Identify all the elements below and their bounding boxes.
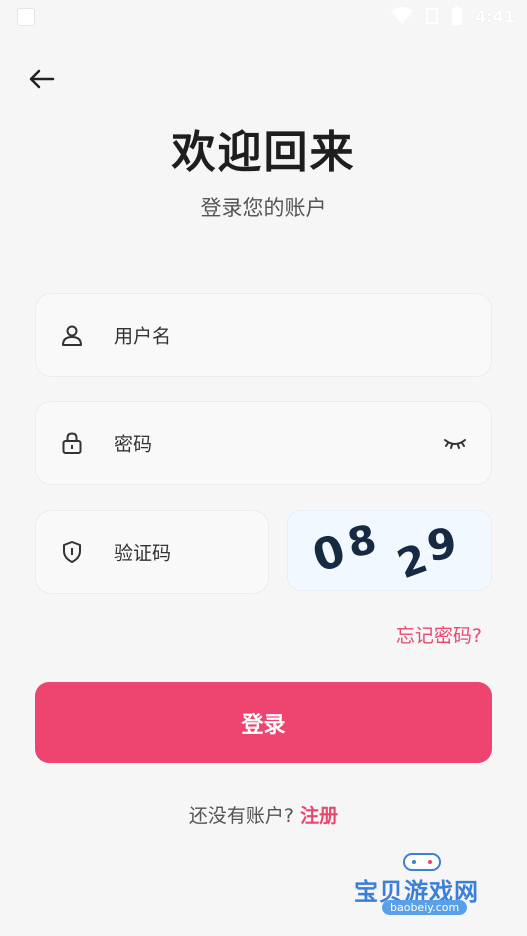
user-icon xyxy=(62,325,82,346)
captcha-char: 9 xyxy=(424,518,460,571)
username-field[interactable]: 用户名 xyxy=(35,293,492,377)
register-link[interactable]: 注册 xyxy=(300,805,338,827)
notification-icon xyxy=(18,9,34,25)
no-account-text: 还没有账户? xyxy=(188,805,295,827)
register-prompt: 还没有账户? 注册 xyxy=(0,801,527,828)
password-field[interactable]: 密码 xyxy=(35,401,492,485)
status-time: 4:41 xyxy=(475,6,515,26)
watermark-logo: 宝贝游戏网 baobeiy.com xyxy=(350,850,500,930)
captcha-char: 8 xyxy=(344,517,381,568)
eye-closed-icon[interactable] xyxy=(443,434,467,452)
username-placeholder: 用户名 xyxy=(114,325,172,348)
captcha-char: 0 xyxy=(307,525,352,583)
wifi-icon xyxy=(391,7,414,24)
login-button-label: 登录 xyxy=(241,712,286,738)
page-title: 欢迎回来 xyxy=(171,127,356,178)
back-arrow-icon xyxy=(29,69,55,89)
watermark-url: baobeiy.com xyxy=(382,900,468,915)
password-placeholder: 密码 xyxy=(114,433,153,456)
battery-icon xyxy=(452,6,463,25)
status-bar: 4:41 xyxy=(0,0,527,36)
page-subtitle: 登录您的账户 xyxy=(200,196,327,220)
shield-icon xyxy=(63,541,81,563)
captcha-image[interactable]: 0 8 2 9 xyxy=(287,510,492,591)
back-button[interactable] xyxy=(24,62,58,96)
forgot-password-link[interactable]: 忘记密码? xyxy=(396,621,482,648)
captcha-field[interactable]: 验证码 xyxy=(35,510,269,594)
lock-icon xyxy=(62,432,82,454)
signal-icon xyxy=(426,8,439,24)
captcha-graphic: 0 8 2 9 xyxy=(307,517,460,589)
captcha-placeholder: 验证码 xyxy=(114,542,172,565)
login-button[interactable]: 登录 xyxy=(35,682,492,763)
status-icons: 4:41 xyxy=(391,6,515,26)
gamepad-icon xyxy=(403,853,441,871)
